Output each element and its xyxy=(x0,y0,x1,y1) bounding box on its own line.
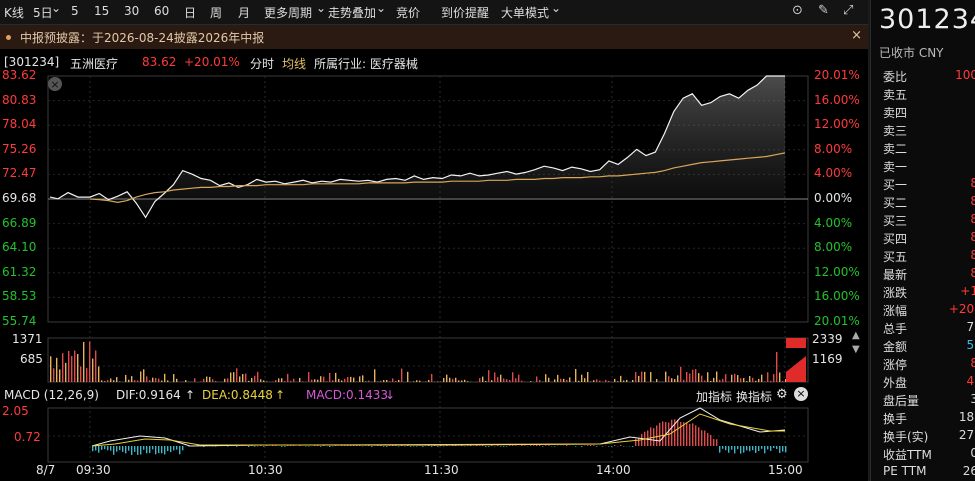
quote-row-label: PE TTM xyxy=(883,464,927,478)
quote-row-value: +1 xyxy=(960,284,975,298)
price-tick: 72.47 xyxy=(2,166,37,181)
scroll-down-icon[interactable]: ▼ xyxy=(852,344,860,355)
quote-row-value: 8 xyxy=(970,230,975,244)
quote-row-value: 8 xyxy=(970,248,975,262)
time-tick: 11:30 xyxy=(424,463,459,477)
svg-text:×: × xyxy=(50,78,59,91)
price-tick: 69.68 xyxy=(2,191,37,205)
macd-value: MACD:0.1433 xyxy=(306,388,389,402)
quote-row-label: 卖三 xyxy=(883,124,908,138)
quote-row-label: 卖二 xyxy=(883,142,908,156)
quote-row-value: 0 xyxy=(970,446,975,460)
scroll-up-icon[interactable]: ▲ xyxy=(852,330,860,341)
percent-tick: 16.00% xyxy=(814,289,860,304)
percent-tick: 12.00% xyxy=(814,117,860,132)
macd-axis-mid: 0.72 xyxy=(14,430,41,444)
volume-tick: 685 xyxy=(20,352,43,366)
quote-row-value: 7. xyxy=(966,320,975,334)
quote-row-label: 涨跌 xyxy=(883,286,908,300)
macd-label[interactable]: MACD (12,26,9) xyxy=(4,388,99,402)
quote-row-value: 8 xyxy=(970,194,975,208)
quote-row-label: 盘后量 xyxy=(883,394,920,408)
time-tick: 09:30 xyxy=(76,463,111,477)
quote-row-value: 8 xyxy=(970,176,975,190)
price-tick: 66.89 xyxy=(2,215,37,230)
percent-tick: 8.00% xyxy=(814,141,853,156)
volume-tick: 1371 xyxy=(12,332,43,346)
quote-row-value: 4. xyxy=(966,374,975,388)
percent-tick: 20.01% xyxy=(814,68,860,82)
price-tick: 55.74 xyxy=(2,314,37,328)
quote-row-value: 27. xyxy=(958,428,975,442)
quote-row-value: 26 xyxy=(962,464,975,478)
add-indicator-button[interactable]: 加指标 xyxy=(696,388,732,405)
quote-row-value: 5. xyxy=(966,338,975,352)
quote-row-label: 卖一 xyxy=(883,160,908,174)
quote-row-label: 金额 xyxy=(883,340,908,354)
quote-row-label: 收益TTM xyxy=(883,448,932,462)
quote-row-label: 换手 xyxy=(883,412,908,426)
time-tick: 14:00 xyxy=(596,463,631,477)
percent-tick: 4.00% xyxy=(814,166,853,181)
macd-header: MACD (12,26,9) DIF:0.9164 ↑ DEA:0.8448 ↑… xyxy=(4,387,864,406)
switch-indicator-button[interactable]: 换指标 xyxy=(736,388,772,405)
price-tick: 80.83 xyxy=(2,92,37,107)
quote-row-value: 18. xyxy=(958,410,975,424)
quote-panel: 301234 已收市 CNY 委比 100 卖五卖四卖三卖二卖一买一 8 买二 8 买三 8 买… xyxy=(870,0,975,481)
quote-row-value: 8 xyxy=(970,356,975,370)
macd-bars xyxy=(92,419,787,455)
volume-tick: 2339 xyxy=(812,332,843,346)
dea-value: DEA:0.8448 xyxy=(202,388,273,402)
intraday-chart[interactable]: × xyxy=(0,0,868,481)
percent-tick: 20.01% xyxy=(814,314,860,328)
close-macd-icon[interactable]: × xyxy=(794,387,808,401)
quote-row-label: 卖四 xyxy=(883,106,908,120)
price-tick: 83.62 xyxy=(2,68,37,82)
quote-row-value: 8 xyxy=(970,212,975,226)
volume-tick: 1169 xyxy=(812,352,843,366)
quote-row-label: 总手 xyxy=(883,322,908,336)
quote-row-label: 委比 xyxy=(883,70,908,84)
percent-tick: 0.00% xyxy=(814,191,853,205)
macd-axis-high: 2.05 xyxy=(2,404,29,418)
quote-row-label: 换手(实) xyxy=(883,430,929,444)
price-tick: 58.53 xyxy=(2,289,37,304)
time-tick: 10:30 xyxy=(248,463,283,477)
quote-row-label: 外盘 xyxy=(883,376,908,390)
time-tick: 15:00 xyxy=(768,463,803,477)
market-status: 已收市 CNY xyxy=(879,46,944,60)
macd-arrow-icon: ↓ xyxy=(385,388,396,402)
dea-arrow-icon: ↑ xyxy=(275,388,286,402)
quote-row-label: 卖五 xyxy=(883,88,908,102)
date-label: 8/7 xyxy=(36,463,56,477)
volume-bars xyxy=(50,338,806,382)
quote-row-label: 买三 xyxy=(883,214,908,228)
quote-row-value: 8 xyxy=(970,266,975,280)
chart-close-icon[interactable]: × xyxy=(48,77,62,91)
dif-arrow-icon: ↑ xyxy=(185,388,196,402)
price-tick: 78.04 xyxy=(2,117,37,132)
quote-row-label: 涨幅 xyxy=(883,304,908,318)
quote-row-label: 买四 xyxy=(883,232,908,246)
quote-row-label: 买五 xyxy=(883,250,908,264)
quote-row-label: 最新 xyxy=(883,268,908,282)
percent-tick: 12.00% xyxy=(814,264,860,279)
percent-tick: 16.00% xyxy=(814,92,860,107)
quote-row-value: +20. xyxy=(948,302,975,316)
price-tick: 61.32 xyxy=(2,264,37,279)
quote-row-label: 买二 xyxy=(883,196,908,210)
quote-row-label: 涨停 xyxy=(883,358,908,372)
price-tick: 75.26 xyxy=(2,141,37,156)
gear-icon[interactable]: ⚙ xyxy=(776,387,788,402)
quote-row-value: 100 xyxy=(955,68,975,82)
percent-tick: 8.00% xyxy=(814,240,853,255)
price-tick: 64.10 xyxy=(2,240,37,255)
quote-row-label: 买一 xyxy=(883,178,908,192)
quote-code: 301234 xyxy=(879,4,975,35)
percent-tick: 4.00% xyxy=(814,215,853,230)
dif-value: DIF:0.9164 xyxy=(116,388,181,402)
quote-row-value: 3 xyxy=(970,392,975,406)
